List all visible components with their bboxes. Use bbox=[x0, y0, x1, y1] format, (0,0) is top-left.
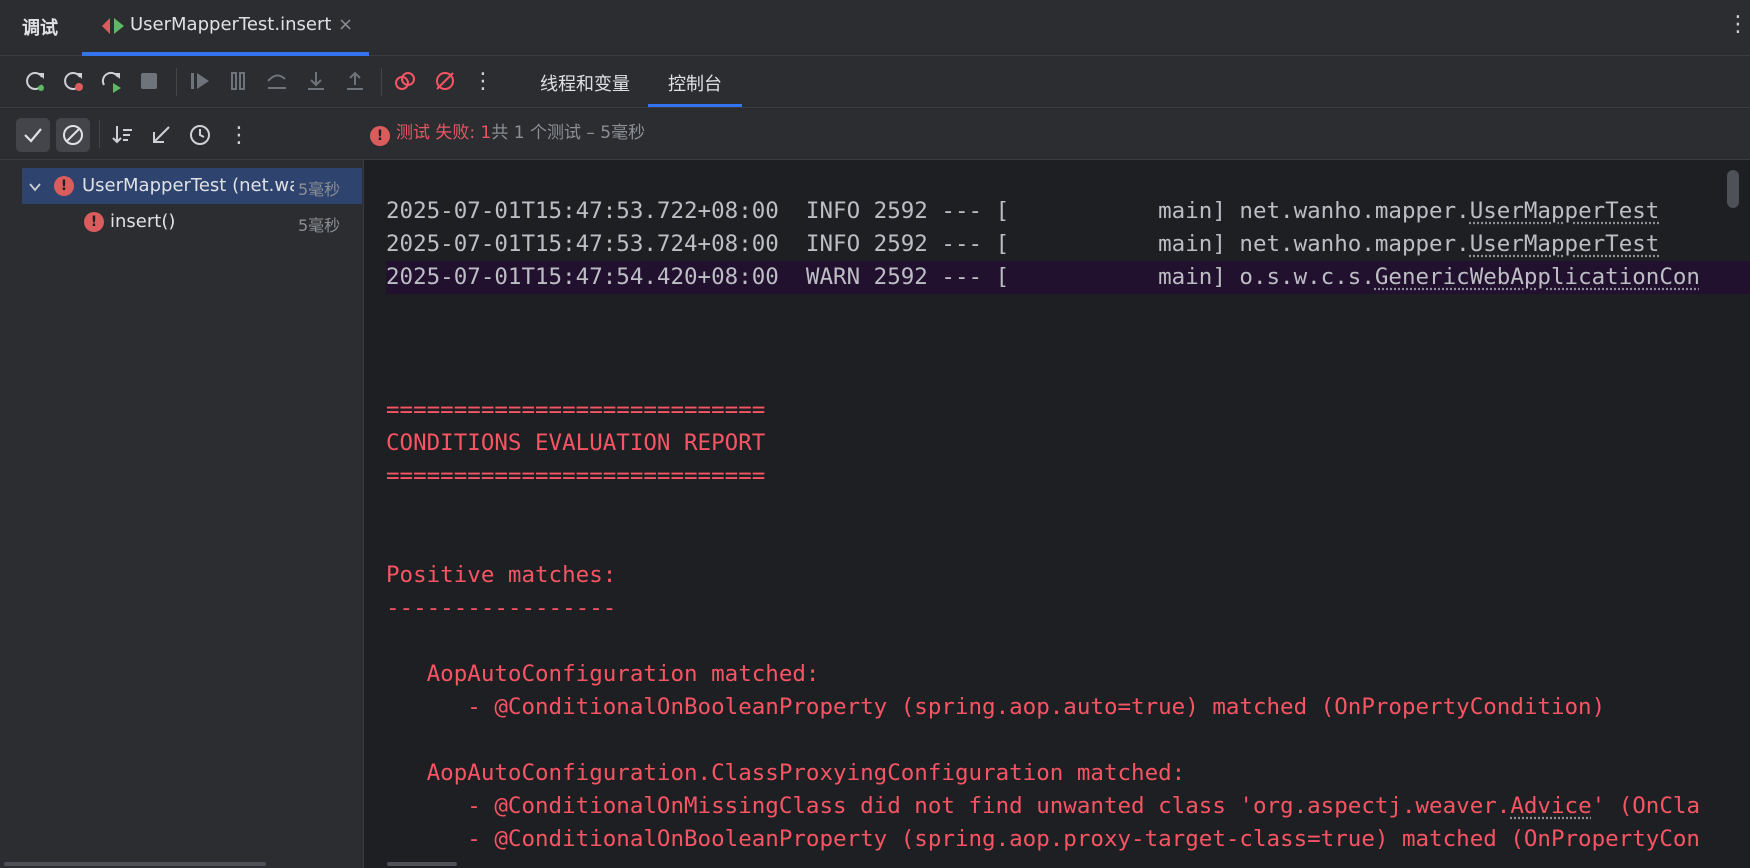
toolbar-separator bbox=[99, 120, 100, 148]
vertical-scrollbar[interactable] bbox=[1727, 170, 1739, 208]
sort-icon[interactable] bbox=[106, 118, 140, 152]
tree-item-test-class[interactable]: ! UserMapperTest (net.wan 5毫秒 bbox=[22, 168, 362, 204]
view-breakpoints-icon[interactable] bbox=[390, 66, 420, 96]
toolbar-separator bbox=[381, 68, 382, 96]
class-link[interactable]: Advice bbox=[1510, 793, 1591, 819]
test-results-toolbar: ⋮ bbox=[0, 108, 1750, 160]
mute-breakpoints-icon[interactable] bbox=[430, 66, 460, 96]
test-tree: ! UserMapperTest (net.wan 5毫秒 ! insert()… bbox=[0, 160, 364, 868]
horizontal-scrollbar[interactable] bbox=[4, 862, 266, 866]
report-entry: AopAutoConfiguration.ClassProxyingConfig… bbox=[386, 760, 1186, 786]
show-ignored-icon[interactable] bbox=[56, 118, 90, 152]
collapse-all-icon[interactable] bbox=[144, 118, 178, 152]
horizontal-scrollbar[interactable] bbox=[387, 862, 457, 866]
report-heading: CONDITIONS EVALUATION REPORT bbox=[386, 430, 766, 456]
step-out-icon[interactable] bbox=[340, 66, 370, 96]
class-link[interactable]: GenericWebApplicationCon bbox=[1375, 264, 1700, 290]
test-failed-label: 测试 失败: 1 bbox=[396, 123, 492, 143]
report-rule: ============================ bbox=[386, 463, 766, 489]
chevron-down-icon[interactable] bbox=[28, 180, 42, 194]
log-line-warn: 2025-07-01T15:47:54.420+08:00 WARN 2592 … bbox=[386, 261, 1750, 294]
step-over-icon[interactable] bbox=[262, 66, 292, 96]
debug-tool-window-title: 调试 bbox=[22, 18, 58, 39]
tree-item-label: UserMapperTest (net.wan bbox=[82, 175, 294, 196]
more-icon[interactable]: ⋮ bbox=[468, 66, 498, 96]
stop-icon[interactable] bbox=[134, 66, 164, 96]
test-status: ! 测试 失败: 1共 1 个测试 – 5毫秒 bbox=[370, 118, 646, 146]
session-tab[interactable]: UserMapperTest.insert × bbox=[82, 0, 369, 56]
log-line: 2025-07-01T15:47:53.724+08:00 INFO 2592 … bbox=[386, 231, 1660, 257]
tool-window-header: 调试 UserMapperTest.insert × ⋮ bbox=[0, 0, 1750, 56]
class-link[interactable]: UserMapperTest bbox=[1470, 231, 1660, 257]
console-output[interactable]: 2025-07-01T15:47:53.722+08:00 INFO 2592 … bbox=[365, 160, 1750, 868]
active-tab-indicator bbox=[648, 104, 742, 107]
session-tab-label: UserMapperTest.insert bbox=[130, 14, 332, 35]
close-icon[interactable]: × bbox=[338, 14, 353, 35]
toolbar-separator bbox=[176, 68, 177, 96]
tree-item-duration: 5毫秒 bbox=[298, 180, 341, 199]
report-detail: - @ConditionalOnMissingClass did not fin… bbox=[386, 793, 1700, 819]
test-run-icon bbox=[102, 18, 124, 34]
rerun-failed-icon[interactable] bbox=[58, 66, 88, 96]
debug-toolbar: ⋮ 线程和变量 控制台 bbox=[0, 56, 1750, 108]
error-icon: ! bbox=[54, 176, 74, 196]
error-icon: ! bbox=[84, 212, 104, 232]
report-section-title: Positive matches: bbox=[386, 562, 617, 588]
report-rule: ============================ bbox=[386, 397, 766, 423]
test-summary-label: 共 1 个测试 – 5毫秒 bbox=[491, 123, 646, 143]
rerun-automatically-icon[interactable] bbox=[96, 66, 126, 96]
report-detail: - @ConditionalOnBooleanProperty (spring.… bbox=[386, 694, 1606, 720]
report-dashes: ----------------- bbox=[386, 595, 617, 621]
step-into-icon[interactable] bbox=[301, 66, 331, 96]
tree-item-label: insert() bbox=[110, 211, 176, 232]
tree-item-test-method[interactable]: ! insert() 5毫秒 bbox=[22, 204, 362, 240]
tree-item-duration: 5毫秒 bbox=[298, 216, 341, 235]
rerun-icon[interactable] bbox=[20, 66, 50, 96]
report-detail: - @ConditionalOnBooleanProperty (spring.… bbox=[386, 826, 1700, 852]
show-passed-icon[interactable] bbox=[16, 118, 50, 152]
more-icon[interactable]: ⋮ bbox=[222, 118, 256, 152]
pause-icon[interactable] bbox=[223, 66, 253, 96]
class-link[interactable]: UserMapperTest bbox=[1470, 198, 1660, 224]
tab-console[interactable]: 控制台 bbox=[668, 70, 722, 96]
log-line: 2025-07-01T15:47:53.722+08:00 INFO 2592 … bbox=[386, 198, 1660, 224]
error-icon: ! bbox=[370, 126, 390, 146]
report-entry: AopAutoConfiguration matched: bbox=[386, 661, 820, 687]
resume-icon[interactable] bbox=[185, 66, 215, 96]
history-icon[interactable] bbox=[183, 118, 217, 152]
tab-threads-and-variables[interactable]: 线程和变量 bbox=[540, 70, 630, 96]
more-options-icon[interactable]: ⋮ bbox=[1727, 12, 1749, 37]
